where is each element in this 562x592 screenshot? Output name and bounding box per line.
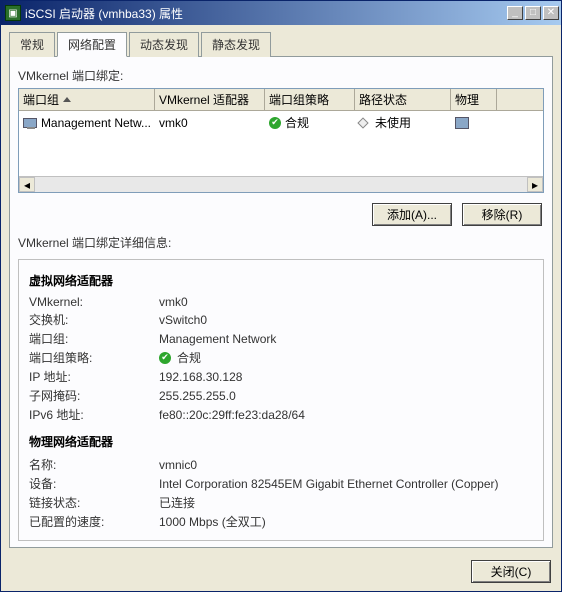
cell-port-group-text: Management Netw... (41, 116, 151, 130)
nic-icon (23, 118, 37, 128)
row-device: 设备: Intel Corporation 82545EM Gigabit Et… (29, 475, 533, 492)
col-path-status[interactable]: 路径状态 (355, 89, 451, 110)
row-link: 链接状态: 已连接 (29, 494, 533, 511)
label-ipv6: IPv6 地址: (29, 406, 159, 423)
window-title: iSCSI 启动器 (vmhba33) 属性 (25, 5, 507, 22)
row-netmask: 子网掩码: 255.255.255.0 (29, 387, 533, 404)
value-device: Intel Corporation 82545EM Gigabit Ethern… (159, 477, 533, 491)
value-link: 已连接 (159, 494, 533, 511)
col-port-group[interactable]: 端口组 (19, 89, 155, 110)
scroll-left-button[interactable]: ◂ (19, 177, 35, 192)
binding-details: 虚拟网络适配器 VMkernel: vmk0 交换机: vSwitch0 端口组… (18, 259, 544, 541)
row-ip: IP 地址: 192.168.30.128 (29, 368, 533, 385)
cell-policy-text: 合规 (285, 114, 309, 131)
cell-adapter: vmk0 (155, 114, 265, 132)
cell-physical (451, 115, 497, 131)
diamond-icon (357, 117, 368, 128)
binding-section-label: VMkernel 端口绑定: (18, 67, 544, 84)
horizontal-scrollbar[interactable]: ◂ ▸ (19, 176, 543, 192)
value-switch: vSwitch0 (159, 313, 533, 327)
value-policy-text: 合规 (177, 349, 201, 366)
tab-network-config[interactable]: 网络配置 (57, 32, 127, 57)
value-ipv6: fe80::20c:29ff:fe23:da28/64 (159, 408, 533, 422)
binding-button-row: 添加(A)... 移除(R) (18, 203, 542, 226)
grid-body[interactable]: Management Netw... vmk0 合规 未使用 (19, 111, 543, 176)
label-ip: IP 地址: (29, 368, 159, 385)
row-policy: 端口组策略: 合规 (29, 349, 533, 366)
col-physical[interactable]: 物理 (451, 89, 497, 110)
tab-static-discovery[interactable]: 静态发现 (201, 32, 271, 57)
check-ok-icon (159, 352, 171, 364)
config-icon (455, 117, 469, 129)
table-row[interactable]: Management Netw... vmk0 合规 未使用 (19, 111, 543, 134)
cell-path-status: 未使用 (355, 112, 451, 133)
row-switch: 交换机: vSwitch0 (29, 311, 533, 328)
label-netmask: 子网掩码: (29, 387, 159, 404)
label-device: 设备: (29, 475, 159, 492)
row-portgroup: 端口组: Management Network (29, 330, 533, 347)
row-name: 名称: vmnic0 (29, 456, 533, 473)
label-switch: 交换机: (29, 311, 159, 328)
tab-bar: 常规 网络配置 动态发现 静态发现 (9, 31, 553, 57)
value-policy: 合规 (159, 349, 533, 366)
close-window-button[interactable]: ✕ (543, 6, 559, 20)
tab-content: VMkernel 端口绑定: 端口组 VMkernel 适配器 端口组策略 路径… (9, 57, 553, 548)
row-vmkernel: VMkernel: vmk0 (29, 295, 533, 309)
label-vmkernel: VMkernel: (29, 295, 159, 309)
col-adapter[interactable]: VMkernel 适配器 (155, 89, 265, 110)
scroll-track[interactable] (35, 177, 527, 192)
virtual-adapter-header: 虚拟网络适配器 (29, 272, 533, 289)
cell-path-status-text: 未使用 (375, 114, 411, 131)
maximize-button[interactable]: □ (525, 6, 541, 20)
iscsi-properties-window: ▣ iSCSI 启动器 (vmhba33) 属性 _ □ ✕ 常规 网络配置 动… (0, 0, 562, 592)
label-link: 链接状态: (29, 494, 159, 511)
value-portgroup: Management Network (159, 332, 533, 346)
value-ip: 192.168.30.128 (159, 370, 533, 384)
check-ok-icon (269, 117, 281, 129)
close-button[interactable]: 关闭(C) (471, 560, 551, 583)
label-name: 名称: (29, 456, 159, 473)
label-portgroup: 端口组: (29, 330, 159, 347)
value-speed: 1000 Mbps (全双工) (159, 513, 533, 530)
col-portgroup-policy[interactable]: 端口组策略 (265, 89, 355, 110)
cell-port-group: Management Netw... (19, 114, 155, 132)
scroll-right-button[interactable]: ▸ (527, 177, 543, 192)
cell-policy: 合规 (265, 112, 355, 133)
value-vmkernel: vmk0 (159, 295, 533, 309)
grid-header: 端口组 VMkernel 适配器 端口组策略 路径状态 物理 (19, 89, 543, 111)
row-ipv6: IPv6 地址: fe80::20c:29ff:fe23:da28/64 (29, 406, 533, 423)
add-button[interactable]: 添加(A)... (372, 203, 452, 226)
value-netmask: 255.255.255.0 (159, 389, 533, 403)
col-port-group-label: 端口组 (23, 91, 59, 108)
value-name: vmnic0 (159, 458, 533, 472)
dialog-bottom-row: 关闭(C) (1, 554, 561, 591)
label-policy: 端口组策略: (29, 349, 159, 366)
port-binding-grid[interactable]: 端口组 VMkernel 适配器 端口组策略 路径状态 物理 Managemen… (18, 88, 544, 193)
details-section-label: VMkernel 端口绑定详细信息: (18, 234, 544, 251)
remove-button[interactable]: 移除(R) (462, 203, 542, 226)
app-icon: ▣ (5, 5, 21, 21)
tab-general[interactable]: 常规 (9, 32, 55, 57)
window-buttons: _ □ ✕ (507, 6, 559, 20)
minimize-button[interactable]: _ (507, 6, 523, 20)
physical-adapter-header: 物理网络适配器 (29, 433, 533, 450)
sort-asc-icon (63, 97, 71, 102)
row-speed: 已配置的速度: 1000 Mbps (全双工) (29, 513, 533, 530)
tab-dynamic-discovery[interactable]: 动态发现 (129, 32, 199, 57)
label-speed: 已配置的速度: (29, 513, 159, 530)
titlebar[interactable]: ▣ iSCSI 启动器 (vmhba33) 属性 _ □ ✕ (1, 1, 561, 25)
